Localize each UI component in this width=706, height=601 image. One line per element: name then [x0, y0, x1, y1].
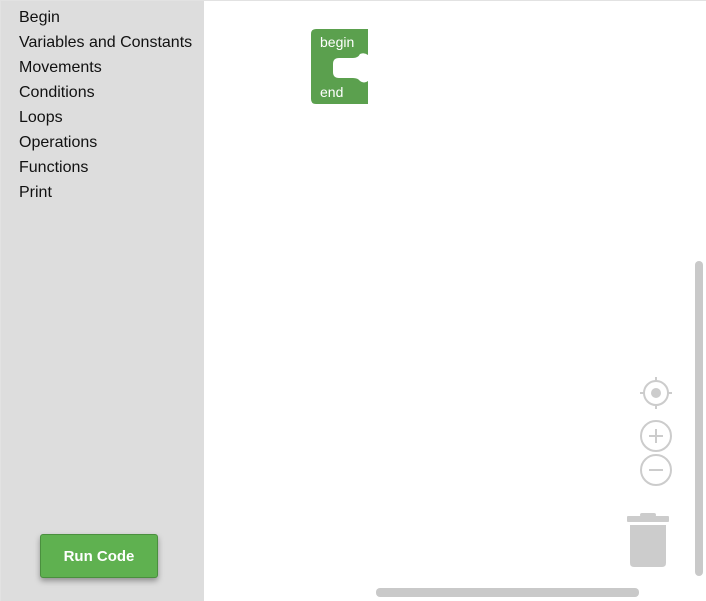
block-begin-label: begin: [320, 34, 355, 50]
toolbox-category-print[interactable]: Print: [1, 180, 204, 205]
trash-can-icon[interactable]: [625, 510, 671, 575]
toolbox-category-operations[interactable]: Operations: [1, 130, 204, 155]
toolbox-category-functions[interactable]: Functions: [1, 155, 204, 180]
run-code-button[interactable]: Run Code: [40, 534, 158, 578]
toolbox-category-loops[interactable]: Loops: [1, 105, 204, 130]
recenter-crosshair-icon[interactable]: [639, 376, 673, 415]
toolbox-category-movements[interactable]: Movements: [1, 55, 204, 80]
toolbox-category-conditions[interactable]: Conditions: [1, 80, 204, 105]
vertical-scrollbar[interactable]: [695, 261, 703, 576]
toolbox-category-list: Begin Variables and Constants Movements …: [1, 1, 204, 205]
zoom-out-minus-circle-icon[interactable]: [639, 453, 673, 492]
app-window: Begin Variables and Constants Movements …: [0, 0, 706, 601]
toolbox-panel: Begin Variables and Constants Movements …: [1, 1, 204, 601]
block-workspace[interactable]: begin end: [204, 1, 706, 601]
toolbox-category-begin[interactable]: Begin: [1, 5, 204, 30]
horizontal-scrollbar[interactable]: [376, 588, 639, 597]
begin-end-block[interactable]: begin end: [310, 28, 370, 110]
toolbox-category-variables-and-constants[interactable]: Variables and Constants: [1, 30, 204, 55]
block-end-label: end: [320, 84, 344, 100]
